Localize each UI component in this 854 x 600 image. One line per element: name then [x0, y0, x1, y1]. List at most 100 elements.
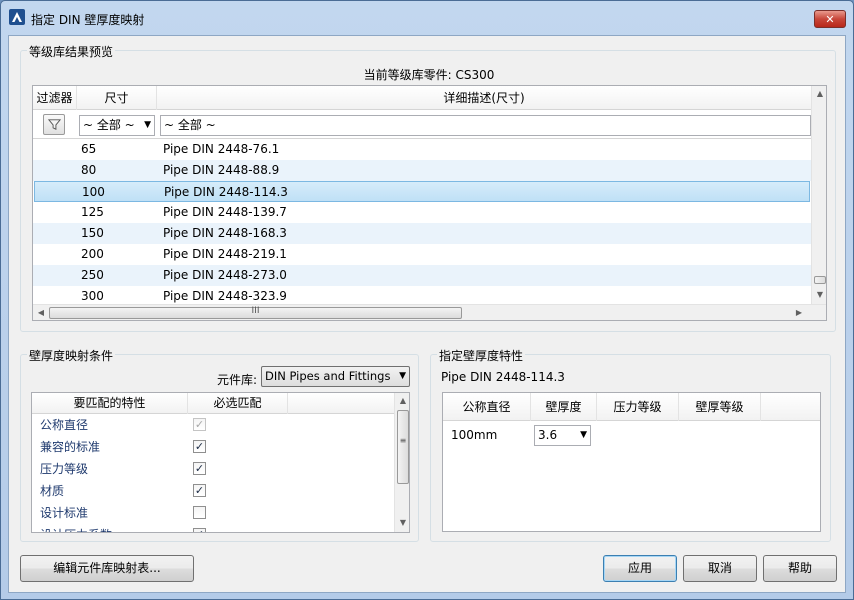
nominal-diameter-value: 100mm [451, 428, 498, 442]
property-name: 设计压力系数 [40, 524, 112, 532]
table-row[interactable]: 150 Pipe DIN 2448-168.3 [33, 223, 811, 244]
table-row-selected[interactable]: 100 Pipe DIN 2448-114.3 [34, 181, 810, 202]
required-checkbox[interactable]: ✓ [193, 440, 206, 453]
scroll-down-icon[interactable]: ▼ [395, 518, 409, 527]
column-header-property[interactable]: 要匹配的特性 [32, 393, 188, 414]
dialog-window: 指定 DIN 壁厚度映射 ✕ 等级库结果预览 当前等级库零件: CS300 过滤… [0, 0, 854, 600]
row-description: Pipe DIN 2448-88.9 [163, 163, 280, 177]
title-bar[interactable]: 指定 DIN 壁厚度映射 ✕ [1, 1, 853, 31]
table-row[interactable]: 100mm 3.6 ▼ [443, 423, 820, 447]
table-row[interactable]: 300 Pipe DIN 2448-323.9 [33, 286, 811, 305]
scroll-grip-icon: ≡ [399, 436, 407, 445]
filter-button[interactable] [43, 114, 65, 135]
library-label: 元件库: [217, 373, 258, 387]
column-header-nominal-diameter[interactable]: 公称直径 [443, 393, 531, 421]
column-header-required[interactable]: 必选匹配 [188, 393, 288, 414]
column-header-wall-class[interactable]: 壁厚等级 [679, 393, 761, 421]
column-header-pressure-class[interactable]: 压力等级 [597, 393, 679, 421]
required-checkbox: ✓ [193, 418, 206, 431]
property-name: 压力等级 [40, 462, 89, 476]
wall-thickness-dropdown[interactable]: 3.6 ▼ [534, 425, 591, 446]
required-checkbox[interactable] [193, 506, 206, 519]
row-size: 80 [81, 163, 97, 177]
row-description: Pipe DIN 2448-168.3 [163, 226, 287, 240]
row-size: 250 [81, 268, 104, 282]
mapping-grid-header: 要匹配的特性 必选匹配 [32, 393, 394, 414]
mapping-vertical-scrollbar[interactable]: ▲ ≡ ▼ [394, 393, 409, 532]
preview-group: 等级库结果预览 当前等级库零件: CS300 过滤器 尺寸 详细描述(尺寸) ~… [20, 43, 836, 332]
library-dropdown[interactable]: DIN Pipes and Fittings ▼ [261, 366, 410, 387]
library-value: DIN Pipes and Fittings [265, 369, 391, 383]
list-item[interactable]: 压力等级 ✓ [32, 458, 394, 480]
row-description: Pipe DIN 2448-273.0 [163, 268, 287, 282]
mapping-rows: 公称直径 ✓ 兼容的标准 ✓ 压力等级 ✓ 材质 ✓ 设计标准 [32, 414, 394, 532]
description-filter-input[interactable]: ~ 全部 ~ [160, 115, 811, 136]
row-size: 65 [81, 142, 97, 156]
scroll-up-icon[interactable]: ▲ [812, 89, 826, 98]
wall-thickness-grid[interactable]: 公称直径 壁厚度 压力等级 壁厚等级 100mm 3.6 ▼ [442, 392, 821, 532]
scroll-left-icon[interactable]: ◀ [35, 308, 47, 317]
required-checkbox[interactable]: ✓ [193, 484, 206, 497]
chevron-down-icon: ▼ [144, 120, 151, 130]
preview-horizontal-scrollbar[interactable]: ◀ III ▶ [33, 304, 826, 320]
size-filter-dropdown[interactable]: ~ 全部 ~ ▼ [79, 115, 155, 136]
row-size: 300 [81, 289, 104, 303]
list-item[interactable]: 兼容的标准 ✓ [32, 436, 394, 458]
wall-thickness-group-label: 指定壁厚度特性 [437, 347, 526, 364]
dialog-client-area: 等级库结果预览 当前等级库零件: CS300 过滤器 尺寸 详细描述(尺寸) ~… [8, 35, 846, 593]
column-header-description[interactable]: 详细描述(尺寸) [157, 86, 811, 110]
chevron-down-icon: ▼ [397, 367, 406, 386]
wall-thickness-value: 3.6 [538, 428, 558, 442]
property-name: 公称直径 [40, 418, 89, 432]
list-item[interactable]: 设计压力系数 ✓ [32, 524, 394, 532]
row-description: Pipe DIN 2448-76.1 [163, 142, 280, 156]
row-description: Pipe DIN 2448-323.9 [163, 289, 287, 303]
wall-thickness-group: 指定壁厚度特性 Pipe DIN 2448-114.3 公称直径 壁厚度 压力等… [430, 347, 831, 542]
row-size: 150 [81, 226, 104, 240]
row-size: 125 [81, 205, 104, 219]
row-size: 100 [82, 185, 105, 199]
scroll-right-icon[interactable]: ▶ [793, 308, 805, 317]
table-row[interactable]: 65 Pipe DIN 2448-76.1 [33, 139, 811, 160]
list-item[interactable]: 设计标准 [32, 502, 394, 524]
edit-mapping-button[interactable]: 编辑元件库映射表... [20, 555, 194, 582]
list-item[interactable]: 公称直径 ✓ [32, 414, 394, 436]
required-checkbox[interactable]: ✓ [193, 528, 206, 532]
vertical-scroll-thumb[interactable]: ≡ [397, 410, 409, 484]
required-checkbox[interactable]: ✓ [193, 462, 206, 475]
help-button[interactable]: 帮助 [763, 555, 837, 582]
row-size: 200 [81, 247, 104, 261]
list-item[interactable]: 材质 ✓ [32, 480, 394, 502]
apply-button[interactable]: 应用 [603, 555, 677, 582]
close-button[interactable]: ✕ [814, 10, 846, 28]
cancel-button[interactable]: 取消 [683, 555, 757, 582]
vertical-scroll-thumb[interactable] [814, 276, 826, 284]
property-name: 兼容的标准 [40, 440, 101, 454]
table-row[interactable]: 80 Pipe DIN 2448-88.9 [33, 160, 811, 181]
preview-grid[interactable]: 过滤器 尺寸 详细描述(尺寸) ~ 全部 ~ ▼ ~ 全部 ~ 65 Pipe … [32, 85, 827, 321]
scroll-down-icon[interactable]: ▼ [812, 290, 826, 299]
preview-vertical-scrollbar[interactable]: ▲ ▼ [811, 86, 826, 304]
row-description: Pipe DIN 2448-139.7 [163, 205, 287, 219]
app-logo-icon [9, 9, 25, 25]
column-header-filter[interactable]: 过滤器 [33, 86, 77, 110]
column-header-size[interactable]: 尺寸 [77, 86, 157, 110]
table-row[interactable]: 200 Pipe DIN 2448-219.1 [33, 244, 811, 265]
description-filter-value: ~ 全部 ~ [164, 118, 216, 132]
scroll-up-icon[interactable]: ▲ [395, 396, 409, 405]
mapping-group-label: 壁厚度映射条件 [27, 347, 116, 364]
window-title: 指定 DIN 壁厚度映射 [31, 13, 145, 27]
size-filter-value: ~ 全部 ~ [83, 118, 135, 132]
filter-row: ~ 全部 ~ ▼ ~ 全部 ~ [33, 110, 811, 139]
chevron-down-icon: ▼ [580, 430, 587, 440]
current-part-label: 当前等级库零件: CS300 [363, 68, 495, 82]
mapping-grid[interactable]: 要匹配的特性 必选匹配 公称直径 ✓ 兼容的标准 ✓ 压力等级 ✓ 材质 ✓ 设… [31, 392, 410, 533]
scroll-grip: III [251, 306, 260, 316]
horizontal-scroll-thumb[interactable]: III [49, 306, 462, 319]
table-row[interactable]: 250 Pipe DIN 2448-273.0 [33, 265, 811, 286]
preview-group-label: 等级库结果预览 [27, 43, 116, 60]
table-row[interactable]: 125 Pipe DIN 2448-139.7 [33, 202, 811, 223]
column-header-wall-thickness[interactable]: 壁厚度 [531, 393, 597, 421]
wall-grid-header: 公称直径 壁厚度 压力等级 壁厚等级 [443, 393, 820, 421]
mapping-group: 壁厚度映射条件 元件库: DIN Pipes and Fittings ▼ 要匹… [20, 347, 419, 542]
